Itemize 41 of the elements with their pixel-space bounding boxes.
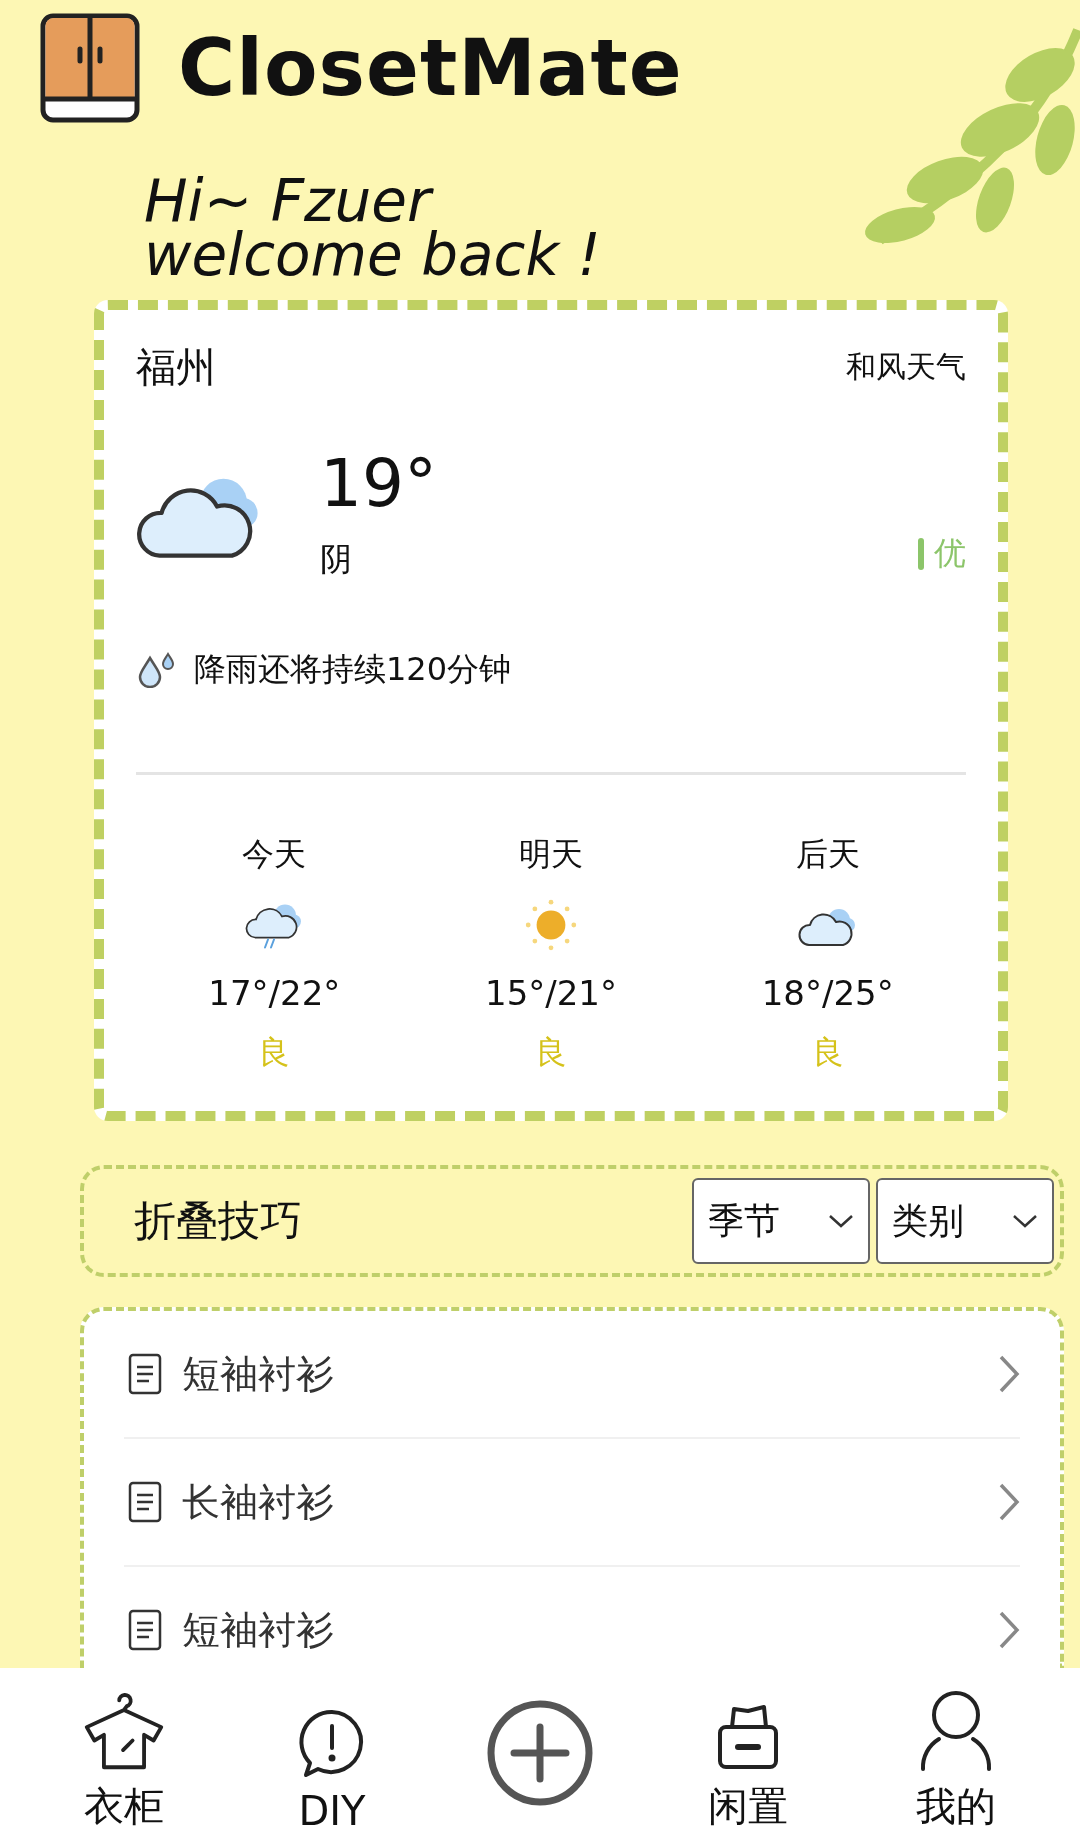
dropdown[interactable]: 季节	[692, 1178, 870, 1264]
document-icon	[128, 1481, 162, 1523]
app-title: ClosetMate	[178, 23, 683, 113]
tip-label: 短袖衬衫	[182, 1606, 335, 1654]
forecast-temperature: 18°/25°	[761, 973, 894, 1013]
forecast-day: 明天	[519, 833, 583, 877]
tip-label: 短袖衬衫	[182, 1350, 335, 1398]
air-quality: 优	[934, 533, 966, 574]
chevron-right-icon	[998, 1354, 1020, 1394]
chevron-right-icon	[998, 1482, 1020, 1522]
add-icon	[486, 1699, 594, 1807]
wardrobe-logo-icon	[40, 13, 140, 123]
rain-forecast-text: 降雨还将持续120分钟	[194, 649, 512, 690]
tip-item[interactable]: 短袖衬衫	[124, 1311, 1020, 1439]
current-temperature: 19°	[320, 445, 438, 522]
tab-item[interactable]: 衣柜	[20, 1672, 228, 1834]
tab-item[interactable]: DIY	[228, 1672, 436, 1834]
document-icon	[128, 1609, 162, 1651]
air-quality-bar	[918, 538, 924, 570]
chevron-down-icon	[1012, 1213, 1038, 1229]
forecast-day: 今天	[242, 833, 307, 877]
forecast-temperature: 17°/22°	[208, 973, 341, 1013]
forecast-air-quality: 良	[535, 1032, 567, 1073]
weather-condition: 阴	[320, 539, 353, 580]
chevron-down-icon	[828, 1213, 854, 1229]
tip-label: 长袖衬衫	[182, 1478, 335, 1526]
city-name: 福州	[136, 343, 216, 392]
provider-name: 和风天气	[846, 348, 966, 386]
section-title: 折叠技巧	[134, 1195, 303, 1247]
tab-item[interactable]: 我的	[852, 1672, 1060, 1834]
document-icon	[128, 1353, 162, 1395]
forecast-air-quality: 良	[258, 1032, 291, 1073]
forecast-temperature: 15°/21°	[485, 973, 617, 1013]
water-drops-icon	[136, 652, 176, 688]
forecast-air-quality: 良	[811, 1032, 844, 1073]
tab-item[interactable]: 闲置	[644, 1672, 852, 1834]
tip-item[interactable]: 长袖衬衫	[124, 1439, 1020, 1567]
chevron-right-icon	[998, 1610, 1020, 1650]
welcome-text: welcome back !	[144, 228, 601, 282]
forecast-day: 后天	[795, 833, 860, 877]
dropdown[interactable]: 类别	[876, 1178, 1054, 1264]
